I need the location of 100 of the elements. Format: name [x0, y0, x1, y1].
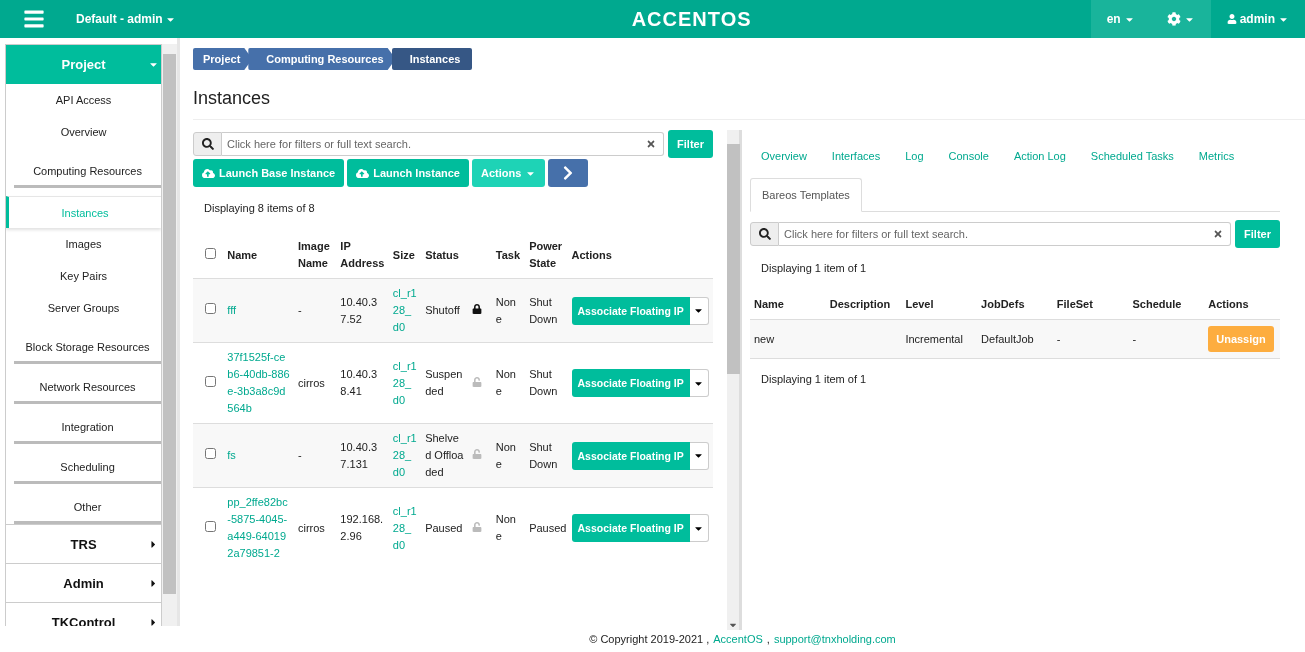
column-header: Name — [750, 290, 826, 320]
table-cell: 192.168.2.96 — [336, 487, 389, 568]
flavor-link[interactable]: cl_r128_d0 — [388, 278, 422, 343]
search-icon — [750, 222, 779, 246]
search-field[interactable]: Click here for filters or full text search. — [779, 222, 1232, 246]
table-cell: Suspended — [421, 342, 468, 424]
column-header: Power State — [525, 232, 568, 279]
scrollbar[interactable] — [727, 130, 742, 630]
cloud-upload-icon — [202, 166, 215, 180]
more-actions-button[interactable] — [689, 369, 709, 397]
tab[interactable]: Console — [937, 140, 1000, 172]
table-cell: Paused — [421, 487, 468, 568]
flavor-link[interactable]: cl_r128_d0 — [388, 342, 422, 424]
tab[interactable]: Interfaces — [820, 140, 892, 172]
more-actions-button[interactable] — [689, 514, 709, 542]
cloud-upload-icon — [356, 166, 370, 180]
sidebar-section[interactable]: Project — [6, 44, 162, 84]
tab[interactable]: Action Log — [1002, 140, 1077, 172]
column-header: Size — [388, 232, 422, 279]
column-header: Status — [421, 232, 468, 279]
table-cell: - — [1128, 319, 1205, 359]
associate-ip-button[interactable]: Associate Floating IP — [571, 441, 690, 470]
tab[interactable]: Bareos Templates — [750, 178, 862, 212]
user-dropdown[interactable]: admin — [1210, 0, 1305, 38]
item-count: Displaying 1 item of 1 — [760, 261, 868, 276]
flavor-link[interactable]: cl_r128_d0 — [388, 423, 422, 488]
table-cell: cirros — [293, 487, 337, 568]
table-cell: Shut Down — [525, 423, 568, 488]
column-header: JobDefs — [977, 290, 1053, 320]
tab[interactable]: Log — [894, 140, 935, 172]
instance-name-link[interactable]: fs — [223, 423, 294, 488]
table-cell: 10.40.38.41 — [336, 342, 389, 424]
associate-ip-button[interactable]: Associate Floating IP — [571, 296, 690, 325]
associate-ip-button[interactable]: Associate Floating IP — [571, 369, 690, 397]
settings-icon — [1166, 12, 1181, 26]
email-link[interactable]: support@tnxholding.com — [773, 633, 896, 645]
clear-icon[interactable] — [1213, 229, 1224, 239]
menu-icon[interactable] — [22, 8, 46, 30]
table-cell: Paused — [525, 487, 568, 568]
column-header: Level — [901, 290, 978, 320]
unassign-button[interactable]: Unassign — [1208, 326, 1274, 352]
product-link[interactable]: AccentOS — [713, 633, 763, 645]
column-header: Description — [825, 290, 902, 320]
filter-button[interactable]: Filter — [1235, 220, 1280, 248]
table-cell: Shut Down — [525, 278, 568, 343]
table-cell: - — [293, 423, 337, 488]
table-cell: - — [1052, 319, 1129, 359]
column-header: Actions — [567, 232, 713, 279]
more-actions-button[interactable] — [689, 441, 709, 470]
table-cell: DefaultJob — [977, 319, 1053, 359]
next-button[interactable] — [548, 159, 589, 187]
instance-name-link[interactable]: pp_2ffe82bc-5875-4045-a449-640192a79851-2 — [223, 487, 294, 568]
column-header: Task — [491, 232, 526, 279]
launch-button[interactable]: Launch Instance — [347, 159, 469, 187]
tab[interactable]: Scheduled Tasks — [1079, 140, 1185, 172]
sidebar-item[interactable]: API Access — [6, 84, 162, 116]
project-dropdown[interactable]: Default - admin — [70, 11, 182, 27]
item-count: Displaying 1 item of 1 — [760, 372, 868, 387]
table-cell: 10.40.37.131 — [336, 423, 389, 488]
table-cell: - — [293, 278, 337, 343]
instance-name-link[interactable]: fff — [223, 278, 294, 343]
scrollbar[interactable] — [162, 44, 177, 626]
tab[interactable]: Overview — [750, 140, 818, 172]
column-header: Actions — [1204, 290, 1280, 320]
more-actions-button[interactable] — [689, 296, 709, 325]
sidebar-item[interactable]: Key Pairs — [6, 260, 162, 292]
logo: ACCENTOS — [631, 7, 752, 31]
sidebar-item[interactable]: Server Groups — [6, 292, 162, 324]
row-checkbox[interactable] — [205, 448, 216, 459]
page-title: Instances — [193, 88, 1305, 120]
copyright-text: © Copyright 2019-2021 , AccentOS , support@tnxholding.com — [588, 632, 897, 647]
row-checkbox[interactable] — [205, 375, 216, 387]
row-checkbox[interactable] — [205, 520, 216, 532]
tab[interactable]: Metrics — [1187, 140, 1246, 172]
table-cell: Shut Down — [525, 342, 568, 424]
column-header: Name — [223, 232, 294, 279]
select-all-checkbox[interactable] — [205, 247, 216, 259]
filter-button[interactable]: Filter — [668, 130, 713, 158]
search-field[interactable]: Click here for filters or full text search. — [222, 132, 665, 156]
settings-dropdown[interactable] — [1150, 0, 1211, 38]
table-cell: None — [491, 342, 526, 424]
flavor-link[interactable]: cl_r128_d0 — [388, 487, 422, 568]
table-cell: new — [750, 319, 826, 359]
associate-ip-button[interactable]: Associate Floating IP — [571, 514, 690, 542]
clear-icon[interactable] — [646, 139, 657, 149]
launch-button[interactable]: Launch Base Instance — [193, 159, 345, 187]
table-cell: Shutoff — [421, 278, 468, 343]
table-cell: None — [491, 487, 526, 568]
column-header: FileSet — [1052, 290, 1129, 320]
column-header: IP Address — [336, 232, 389, 279]
instance-name-link[interactable]: 37f1525f-ceb6-40db-886e-3b3a8c9d564b — [223, 342, 294, 424]
sidebar-section[interactable]: TKControl — [6, 602, 162, 626]
sidebar-item[interactable]: Images — [6, 228, 162, 260]
sidebar-item[interactable]: Overview — [6, 116, 162, 148]
breadcrumb-item[interactable]: Instances — [391, 48, 473, 70]
actions-dropdown[interactable]: Actions — [471, 159, 546, 187]
user-icon — [1226, 14, 1237, 24]
table-cell: None — [491, 278, 526, 343]
row-checkbox[interactable] — [205, 303, 216, 314]
language-dropdown[interactable]: en — [1090, 0, 1151, 38]
